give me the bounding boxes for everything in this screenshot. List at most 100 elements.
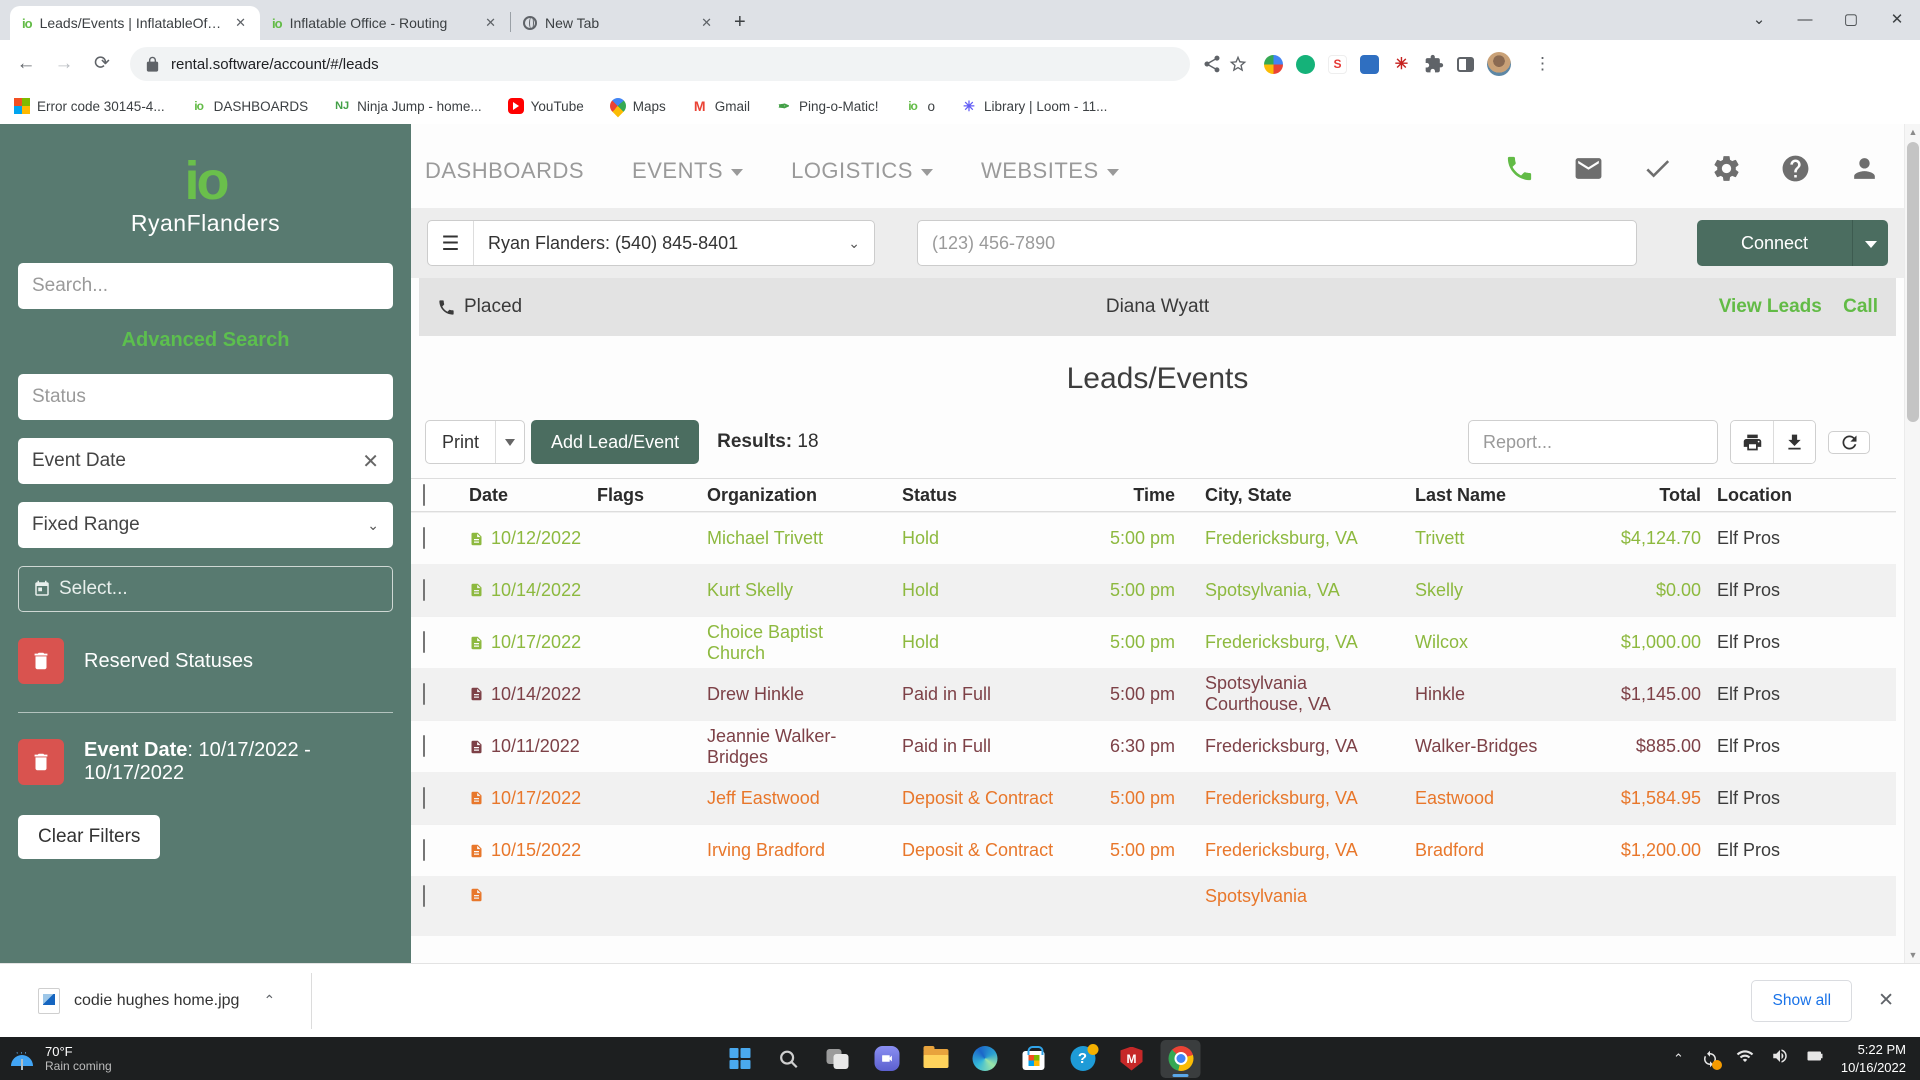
connect-button[interactable]: Connect	[1697, 220, 1852, 266]
cell-date[interactable]: 10/15/2022	[453, 840, 581, 861]
cell-total[interactable]: $1,584.95	[1599, 788, 1701, 809]
header-total[interactable]: Total	[1599, 485, 1701, 506]
header-status[interactable]: Status	[886, 485, 1054, 506]
taskbar-clock[interactable]: 5:22 PM 10/16/2022	[1841, 1041, 1906, 1076]
close-window-button[interactable]: ✕	[1874, 0, 1920, 40]
refresh-button[interactable]	[1828, 431, 1870, 454]
nav-websites[interactable]: WEBSITES	[981, 158, 1119, 184]
caller-select[interactable]: Ryan Flanders: (540) 845-8401 ⌄	[474, 221, 874, 265]
cell-total[interactable]: $4,124.70	[1599, 528, 1701, 549]
bookmark-item[interactable]: NJNinja Jump - home...	[334, 98, 482, 114]
cell-last-name[interactable]	[1399, 884, 1599, 886]
cell-organization[interactable]: Kurt Skelly	[691, 580, 886, 601]
cell-time[interactable]: 6:30 pm	[1054, 736, 1189, 757]
select-all-checkbox[interactable]	[423, 484, 425, 506]
extension-icon[interactable]: ✳	[1392, 55, 1411, 74]
chrome-button[interactable]	[1161, 1040, 1201, 1078]
wifi-icon[interactable]	[1736, 1047, 1754, 1070]
row-checkbox[interactable]	[423, 735, 425, 757]
cell-city-state[interactable]: Spotsylvania, VA	[1189, 580, 1399, 601]
cell-status[interactable]: Hold	[886, 528, 1054, 549]
search-button[interactable]	[769, 1040, 809, 1078]
close-download-bar-icon[interactable]: ✕	[1878, 989, 1894, 1012]
clear-filters-button[interactable]: Clear Filters	[18, 815, 160, 859]
cell-date[interactable]: 10/17/2022	[453, 788, 581, 809]
cell-time[interactable]: 5:00 pm	[1054, 632, 1189, 653]
clear-field-icon[interactable]: ✕	[362, 449, 379, 474]
bookmark-item[interactable]: ioDASHBOARDS	[191, 98, 309, 114]
cell-time[interactable]: 5:00 pm	[1054, 684, 1189, 705]
header-last-name[interactable]: Last Name	[1399, 485, 1599, 506]
phone-icon[interactable]	[1504, 153, 1535, 189]
cell-date[interactable]: 10/14/2022	[453, 684, 581, 705]
chat-button[interactable]	[867, 1040, 907, 1078]
nav-events[interactable]: EVENTS	[632, 158, 743, 184]
scroll-up-icon[interactable]: ▲	[1905, 127, 1920, 137]
header-time[interactable]: Time	[1054, 485, 1189, 506]
cell-time[interactable]: 5:00 pm	[1054, 840, 1189, 861]
row-checkbox[interactable]	[411, 840, 453, 861]
row-checkbox[interactable]	[411, 684, 453, 705]
profile-avatar[interactable]	[1487, 52, 1511, 76]
tab-search-chevron-icon[interactable]: ⌄	[1736, 0, 1782, 40]
share-icon[interactable]	[1202, 54, 1222, 74]
extension-icon[interactable]	[1264, 55, 1283, 74]
cell-date[interactable]: 10/17/2022	[453, 632, 581, 653]
cell-organization[interactable]	[691, 884, 886, 886]
row-checkbox[interactable]	[411, 580, 453, 601]
header-date[interactable]: Date	[453, 485, 581, 506]
cell-city-state[interactable]: Fredericksburg, VA	[1189, 788, 1399, 809]
help-icon[interactable]	[1780, 153, 1811, 189]
cell-city-state[interactable]: Fredericksburg, VA	[1189, 736, 1399, 757]
table-row[interactable]: 10/14/2022Kurt SkellyHold5:00 pmSpotsylv…	[411, 564, 1896, 616]
scroll-down-icon[interactable]: ▼	[1905, 950, 1920, 960]
table-row[interactable]: 10/15/2022Irving BradfordDeposit & Contr…	[411, 824, 1896, 876]
row-checkbox[interactable]	[423, 787, 425, 809]
cell-organization[interactable]: Choice Baptist Church	[691, 622, 886, 664]
mcafee-button[interactable]: M	[1112, 1040, 1152, 1078]
row-checkbox[interactable]	[423, 839, 425, 861]
bookmark-item[interactable]: YouTube	[508, 98, 584, 114]
table-row[interactable]: 10/12/2022Michael TrivettHold5:00 pmFred…	[411, 512, 1896, 564]
cell-last-name[interactable]: Bradford	[1399, 840, 1599, 861]
header-city-state[interactable]: City, State	[1189, 485, 1399, 506]
extension-icon[interactable]	[1360, 55, 1379, 74]
tab-close-icon[interactable]: ✕	[481, 13, 500, 33]
forward-button[interactable]: →	[48, 48, 80, 80]
file-explorer-button[interactable]	[916, 1040, 956, 1078]
status-filter-input[interactable]	[18, 374, 393, 420]
table-row[interactable]: 10/11/2022Jeannie Walker-BridgesPaid in …	[411, 720, 1896, 772]
tasks-check-icon[interactable]	[1642, 153, 1673, 189]
export-button[interactable]	[1773, 421, 1815, 463]
bookmark-item[interactable]: ioo	[905, 98, 936, 114]
cell-time[interactable]	[1054, 884, 1189, 886]
side-panel-icon[interactable]	[1457, 57, 1474, 72]
cell-last-name[interactable]: Trivett	[1399, 528, 1599, 549]
table-row[interactable]: 10/17/2022Jeff EastwoodDeposit & Contrac…	[411, 772, 1896, 824]
row-checkbox[interactable]	[411, 632, 453, 653]
cell-city-state[interactable]: Fredericksburg, VA	[1189, 840, 1399, 861]
address-bar[interactable]: rental.software/account/#/leads	[130, 47, 1190, 81]
cell-city-state[interactable]: Fredericksburg, VA	[1189, 528, 1399, 549]
print-dropdown-button[interactable]	[495, 421, 524, 463]
minimize-button[interactable]: —	[1782, 0, 1828, 40]
row-checkbox[interactable]	[423, 527, 425, 549]
event-date-filter-field[interactable]: Event Date ✕	[18, 438, 393, 484]
header-location[interactable]: Location	[1701, 485, 1896, 506]
cell-organization[interactable]: Jeff Eastwood	[691, 788, 886, 809]
tab-new-tab[interactable]: New Tab ✕	[511, 6, 726, 40]
browser-menu-icon[interactable]: ⋮	[1534, 54, 1551, 74]
row-checkbox[interactable]	[423, 631, 425, 653]
extensions-puzzle-icon[interactable]	[1424, 54, 1444, 74]
search-input[interactable]	[18, 263, 393, 309]
range-type-select[interactable]: Fixed Range ⌄	[18, 502, 393, 548]
scrollbar-thumb[interactable]	[1907, 142, 1919, 422]
user-icon[interactable]	[1849, 153, 1880, 189]
edge-button[interactable]	[965, 1040, 1005, 1078]
cell-date[interactable]	[453, 884, 581, 904]
cell-status[interactable]: Paid in Full	[886, 684, 1054, 705]
page-scrollbar[interactable]: ▲ ▼	[1904, 124, 1920, 963]
back-button[interactable]: ←	[10, 48, 42, 80]
cell-last-name[interactable]: Wilcox	[1399, 632, 1599, 653]
cell-organization[interactable]: Irving Bradford	[691, 840, 886, 861]
